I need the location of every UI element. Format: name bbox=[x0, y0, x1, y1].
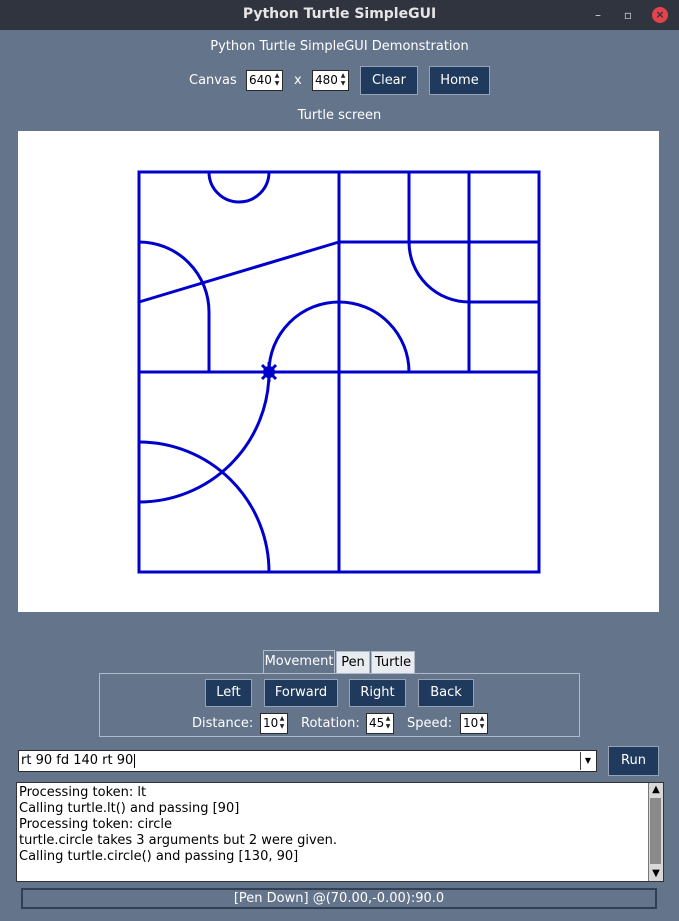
log-line: Processing token: circle bbox=[19, 817, 172, 832]
log-lines: Processing token: lt Calling turtle.lt()… bbox=[19, 785, 645, 865]
spin-arrows-icon[interactable]: ▲ ▼ bbox=[339, 72, 347, 89]
status-bar: [Pen Down] @(70.00,-0.00):90.0 bbox=[21, 888, 657, 909]
turtle-screen-label: Turtle screen bbox=[297, 108, 382, 123]
scroll-up-icon[interactable]: ▲ bbox=[649, 783, 663, 797]
canvas-height-spinbox[interactable]: 480 ▲ ▼ bbox=[312, 70, 349, 91]
distance-value: 10 bbox=[263, 716, 279, 730]
turtle-cursor-icon bbox=[259, 362, 279, 382]
rotation-spinbox[interactable]: 45 ▲ ▼ bbox=[366, 713, 394, 734]
log-line: Processing token: lt bbox=[19, 785, 147, 800]
log-line: Calling turtle.lt() and passing [90] bbox=[19, 801, 240, 816]
close-icon[interactable]: × bbox=[652, 7, 668, 23]
speed-value: 10 bbox=[463, 716, 479, 730]
right-arc-path bbox=[407, 241, 470, 304]
canvas-label: Canvas bbox=[189, 73, 237, 88]
spin-arrows-icon[interactable]: ▲ ▼ bbox=[384, 715, 392, 732]
command-combobox[interactable]: rt 90 fd 140 rt 90 ▼ bbox=[18, 750, 597, 772]
rotation-value: 45 bbox=[369, 716, 385, 730]
clear-button[interactable]: Clear bbox=[360, 66, 418, 95]
log-line: turtle.circle takes 3 arguments but 2 we… bbox=[19, 833, 338, 848]
dropdown-arrow-icon[interactable]: ▼ bbox=[580, 752, 595, 770]
maximize-icon[interactable]: ▫ bbox=[620, 7, 636, 23]
tab-pen[interactable]: Pen bbox=[336, 651, 370, 674]
canvas-size-separator: x bbox=[294, 73, 302, 88]
top-arc-path bbox=[207, 171, 271, 204]
lower-arc-path bbox=[138, 440, 271, 573]
spin-arrows-icon[interactable]: ▲ ▼ bbox=[278, 715, 286, 732]
tab-movement[interactable]: Movement bbox=[263, 650, 335, 674]
right-button[interactable]: Right bbox=[349, 679, 406, 707]
tab-turtle[interactable]: Turtle bbox=[371, 651, 415, 674]
demo-title: Python Turtle SimpleGUI Demonstration bbox=[210, 39, 469, 54]
turtle-drawing bbox=[137, 170, 541, 574]
canvas-width-value: 640 bbox=[249, 73, 272, 87]
speed-spinbox[interactable]: 10 ▲ ▼ bbox=[460, 713, 488, 734]
left-arc-path bbox=[138, 240, 211, 313]
canvas-width-spinbox[interactable]: 640 ▲ ▼ bbox=[246, 70, 283, 91]
spin-arrows-icon[interactable]: ▲ ▼ bbox=[273, 72, 281, 89]
home-button[interactable]: Home bbox=[429, 66, 490, 95]
output-log[interactable]: Processing token: lt Calling turtle.lt()… bbox=[16, 782, 664, 882]
distance-label: Distance: bbox=[192, 716, 254, 731]
log-scrollbar[interactable]: ▲ ▼ bbox=[648, 783, 663, 881]
rotation-label: Rotation: bbox=[301, 716, 360, 731]
distance-spinbox[interactable]: 10 ▲ ▼ bbox=[260, 713, 288, 734]
sweep-arc-path bbox=[138, 371, 271, 504]
minimize-icon[interactable]: – bbox=[590, 7, 606, 23]
command-input[interactable]: rt 90 fd 140 rt 90 bbox=[21, 753, 133, 768]
window-title: Python Turtle SimpleGUI bbox=[242, 6, 437, 22]
canvas-height-value: 480 bbox=[315, 73, 338, 87]
back-button[interactable]: Back bbox=[418, 679, 474, 707]
log-line: Calling turtle.circle() and passing [130… bbox=[19, 849, 299, 864]
diagonal-line-path bbox=[138, 240, 340, 304]
turtle-canvas[interactable] bbox=[18, 131, 659, 612]
text-caret bbox=[134, 754, 135, 768]
scroll-thumb[interactable] bbox=[650, 798, 661, 864]
spin-arrows-icon[interactable]: ▲ ▼ bbox=[478, 715, 486, 732]
run-button[interactable]: Run bbox=[608, 746, 659, 776]
forward-button[interactable]: Forward bbox=[264, 679, 338, 707]
speed-label: Speed: bbox=[407, 716, 453, 731]
title-bar: Python Turtle SimpleGUI – ▫ × bbox=[0, 0, 679, 30]
left-button[interactable]: Left bbox=[205, 679, 252, 707]
scroll-down-icon[interactable]: ▼ bbox=[649, 867, 663, 881]
